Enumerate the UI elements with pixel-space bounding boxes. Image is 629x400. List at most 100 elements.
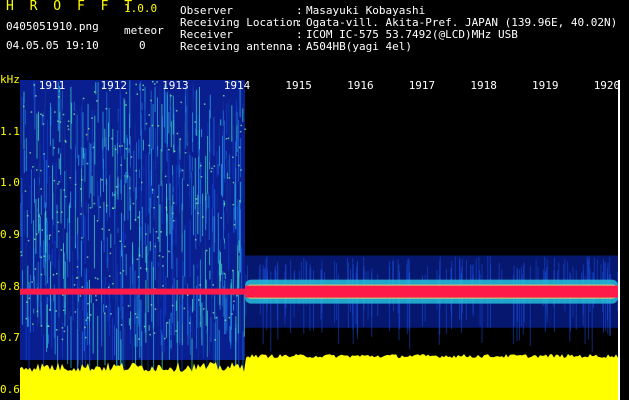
- noise-streak: [179, 294, 181, 347]
- noise-streak: [225, 298, 227, 334]
- noise-speckle: [136, 316, 138, 319]
- noise-streak: [226, 289, 228, 331]
- noise-streak: [78, 155, 80, 166]
- noise-streak: [178, 165, 180, 178]
- noise-speckle: [108, 275, 111, 277]
- noise-streak: [33, 308, 35, 314]
- noise-streak: [195, 161, 197, 196]
- noise-speckle: [24, 190, 27, 192]
- noise-streak: [112, 191, 113, 197]
- y-tick-label: 0.6: [0, 382, 20, 396]
- noise-streak: [129, 328, 131, 345]
- noise-streak: [51, 248, 53, 266]
- noise-streak: [196, 285, 197, 349]
- noise-streak: [224, 242, 226, 250]
- x-tick-label: 1917: [408, 79, 436, 92]
- noise-speckle: [53, 179, 56, 182]
- noise-streak: [139, 299, 141, 358]
- noise-speckle: [220, 217, 222, 219]
- band-streak: [586, 256, 588, 283]
- y-tick-label: 0.7: [0, 331, 20, 345]
- noise-streak: [189, 219, 191, 277]
- noise-speckle: [244, 128, 246, 130]
- noise-streak: [166, 148, 168, 162]
- noise-streak: [168, 318, 170, 360]
- noise-streak: [63, 243, 64, 279]
- noise-speckle: [31, 281, 33, 283]
- noise-streak: [77, 308, 78, 373]
- noise-speckle: [148, 114, 150, 116]
- meteor-count: 0: [139, 39, 146, 52]
- noise-streak: [70, 191, 72, 209]
- noise-streak: [208, 195, 210, 240]
- noise-speckle: [107, 286, 110, 289]
- noise-speckle: [47, 325, 49, 327]
- noise-streak: [72, 275, 74, 321]
- noise-streak: [109, 174, 111, 218]
- noise-streak: [235, 324, 237, 368]
- x-tick-label: 1911: [38, 79, 66, 92]
- band-streak: [459, 259, 461, 283]
- noise-speckle: [199, 284, 201, 286]
- noise-streak: [87, 103, 89, 141]
- noise-speckle: [80, 213, 82, 215]
- noise-streak: [180, 304, 182, 340]
- noise-streak: [197, 297, 199, 359]
- noise-speckle: [105, 108, 108, 110]
- noise-streak: [141, 102, 143, 110]
- echo-band-left: [20, 288, 246, 295]
- noise-speckle: [157, 196, 159, 198]
- noise-streak: [108, 107, 110, 137]
- noise-streak: [191, 156, 193, 171]
- noise-speckle: [166, 322, 169, 324]
- noise-streak: [207, 136, 209, 194]
- noise-streak: [139, 83, 141, 91]
- noise-streak: [33, 220, 34, 281]
- noise-streak: [21, 193, 23, 257]
- noise-streak: [27, 265, 29, 327]
- noise-streak: [114, 325, 116, 356]
- noise-streak: [239, 181, 241, 235]
- noise-streak: [104, 313, 106, 366]
- noise-speckle: [119, 240, 121, 242]
- noise-streak: [132, 242, 134, 265]
- noise-streak: [84, 268, 86, 323]
- noise-speckle: [64, 139, 67, 142]
- antenna-label: Receiving antenna: [180, 40, 293, 53]
- noise-streak: [125, 254, 127, 276]
- noise-speckle: [28, 297, 31, 300]
- noise-streak: [46, 119, 48, 184]
- noise-streak: [169, 183, 171, 235]
- noise-streak: [213, 216, 215, 253]
- noise-streak: [142, 139, 144, 151]
- noise-streak: [122, 306, 124, 368]
- noise-streak: [47, 297, 48, 306]
- noise-streak: [74, 208, 76, 244]
- noise-streak: [39, 224, 41, 258]
- noise-streak: [226, 103, 228, 135]
- noise-speckle: [34, 268, 37, 270]
- noise-speckle: [200, 164, 202, 167]
- noise-streak: [97, 180, 99, 207]
- noise-speckle: [175, 330, 177, 332]
- noise-streak: [168, 111, 170, 134]
- noise-speckle: [180, 101, 182, 104]
- noise-speckle: [176, 132, 179, 135]
- noise-speckle: [173, 219, 175, 222]
- noise-streak: [159, 84, 161, 133]
- noise-speckle: [63, 309, 65, 311]
- noise-speckle: [30, 111, 33, 113]
- noise-streak: [65, 169, 67, 216]
- noise-speckle: [200, 176, 203, 178]
- noise-streak: [239, 88, 241, 118]
- noise-speckle: [212, 284, 214, 286]
- noise-speckle: [121, 145, 123, 147]
- date-time: 04.05.05 19:10: [6, 39, 99, 52]
- noise-speckle: [164, 337, 166, 340]
- noise-streak: [229, 156, 231, 219]
- noise-streak: [69, 262, 71, 290]
- noise-speckle: [101, 228, 104, 230]
- noise-streak: [114, 278, 116, 326]
- noise-streak: [223, 200, 224, 240]
- noise-speckle: [40, 169, 42, 172]
